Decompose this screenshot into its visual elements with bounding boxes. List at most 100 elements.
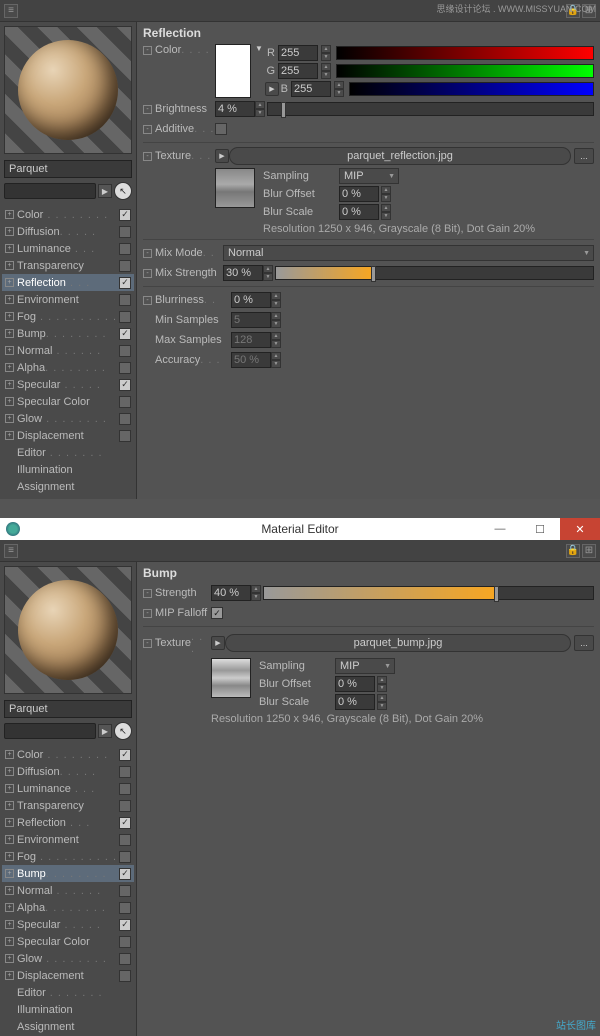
g-field[interactable]: 255	[278, 63, 318, 79]
mixstrength-field[interactable]: 30 %	[223, 265, 263, 281]
lock-icon[interactable]: 🔒	[566, 544, 580, 558]
blurriness-field[interactable]: 0 %	[231, 292, 271, 308]
channel-bump[interactable]: +Bump. . . . . . . .✓	[2, 865, 134, 882]
bump-panel: Bump -Strength 40 % ▲▼ -MIP Falloff ✓ -T…	[136, 562, 600, 1036]
channel-editor[interactable]: Editor . . . . . . .	[2, 444, 134, 461]
channel-displacement[interactable]: +Displacement	[2, 967, 134, 984]
channel-reflection[interactable]: +Reflection . . .✓	[2, 274, 134, 291]
texture-thumbnail[interactable]	[211, 658, 251, 698]
color-mode-button[interactable]: ▶	[265, 82, 279, 96]
blurscale-field[interactable]: 0 %	[335, 694, 375, 710]
b-slider[interactable]	[349, 82, 594, 96]
browse-button[interactable]: ...	[574, 148, 594, 164]
menu-icon[interactable]: ≡	[4, 544, 18, 558]
r-field[interactable]: 255	[278, 45, 318, 61]
b-spinner[interactable]: ▲▼	[334, 81, 344, 97]
maximize-button[interactable]: ☐	[520, 518, 560, 540]
g-slider[interactable]	[336, 64, 594, 78]
channel-editor[interactable]: Editor . . . . . . .	[2, 984, 134, 1001]
watermark: 思缘设计论坛 . WWW.MISSYUAN.COM	[437, 2, 597, 15]
search-go-button[interactable]: ▶	[98, 184, 112, 198]
r-slider[interactable]	[336, 46, 594, 60]
material-editor-window-1: 思缘设计论坛 . WWW.MISSYUAN.COM ≡ 🔒 ⊞ Parquet …	[0, 0, 600, 518]
channel-color[interactable]: +Color . . . . . . . .✓	[2, 746, 134, 763]
cursor-icon[interactable]: ↖	[114, 722, 132, 740]
channel-alpha[interactable]: +Alpha. . . . . . . .	[2, 899, 134, 916]
texture-menu-button[interactable]: ▶	[215, 149, 229, 163]
accuracy-field: 50 %	[231, 352, 271, 368]
minsamples-field: 5	[231, 312, 271, 328]
material-name-field[interactable]: Parquet	[4, 160, 132, 178]
search-input[interactable]	[4, 183, 96, 199]
g-spinner[interactable]: ▲▼	[321, 63, 331, 79]
minimize-button[interactable]: —	[480, 518, 520, 540]
bluroffset-field[interactable]: 0 %	[335, 676, 375, 692]
channel-environment[interactable]: +Environment	[2, 831, 134, 848]
channel-specular[interactable]: +Specular . . . . .✓	[2, 376, 134, 393]
strength-field[interactable]: 40 %	[211, 585, 251, 601]
channel-luminance[interactable]: +Luminance . . .	[2, 240, 134, 257]
channel-color[interactable]: +Color . . . . . . . .✓	[2, 206, 134, 223]
material-preview[interactable]	[4, 26, 132, 154]
channel-glow[interactable]: +Glow . . . . . . . .	[2, 950, 134, 967]
channel-illumination[interactable]: Illumination	[2, 461, 134, 478]
material-preview[interactable]	[4, 566, 132, 694]
channel-luminance[interactable]: +Luminance . . .	[2, 780, 134, 797]
sampling-dropdown[interactable]: MIP▼	[335, 658, 395, 674]
color-swatch[interactable]	[215, 44, 251, 98]
channel-specular-color[interactable]: +Specular Color	[2, 393, 134, 410]
window-title: Material Editor	[261, 522, 338, 536]
watermark-bottom: 站长图库	[556, 1017, 596, 1032]
channel-illumination[interactable]: Illumination	[2, 1001, 134, 1018]
channel-specular-color[interactable]: +Specular Color	[2, 933, 134, 950]
channel-displacement[interactable]: +Displacement	[2, 427, 134, 444]
channel-list: +Color . . . . . . . .✓+Diffusion. . . .…	[2, 206, 134, 495]
channel-specular[interactable]: +Specular . . . . .✓	[2, 916, 134, 933]
channel-diffusion[interactable]: +Diffusion. . . . .	[2, 763, 134, 780]
channel-normal[interactable]: +Normal . . . . . .	[2, 882, 134, 899]
texture-menu-button[interactable]: ▶	[211, 636, 225, 650]
texture-thumbnail[interactable]	[215, 168, 255, 208]
strength-slider[interactable]	[263, 586, 594, 600]
channel-glow[interactable]: +Glow . . . . . . . .	[2, 410, 134, 427]
sampling-dropdown[interactable]: MIP▼	[339, 168, 399, 184]
texture-file[interactable]: parquet_bump.jpg	[225, 634, 571, 652]
browse-button[interactable]: ...	[574, 635, 594, 651]
blurscale-field[interactable]: 0 %	[339, 204, 379, 220]
mixstrength-slider[interactable]	[275, 266, 594, 280]
channel-assignment[interactable]: Assignment	[2, 1018, 134, 1035]
channel-bump[interactable]: +Bump. . . . . . . .✓	[2, 325, 134, 342]
mipfalloff-checkbox[interactable]: ✓	[211, 607, 223, 619]
texture-file[interactable]: parquet_reflection.jpg	[229, 147, 571, 165]
b-field[interactable]: 255	[291, 81, 331, 97]
channel-fog[interactable]: +Fog . . . . . . . . . .	[2, 308, 134, 325]
additive-checkbox[interactable]	[215, 123, 227, 135]
bluroffset-field[interactable]: 0 %	[339, 186, 379, 202]
channel-transparency[interactable]: +Transparency	[2, 257, 134, 274]
mixmode-dropdown[interactable]: Normal▼	[223, 245, 594, 261]
menu-icon[interactable]: ≡	[4, 4, 18, 18]
channel-list: +Color . . . . . . . .✓+Diffusion. . . .…	[2, 746, 134, 1035]
brightness-spinner[interactable]: ▲▼	[255, 101, 265, 117]
close-button[interactable]: ✕	[560, 518, 600, 540]
cursor-icon[interactable]: ↖	[114, 182, 132, 200]
channel-environment[interactable]: +Environment	[2, 291, 134, 308]
material-name-field[interactable]: Parquet	[4, 700, 132, 718]
titlebar[interactable]: Material Editor — ☐ ✕	[0, 518, 600, 540]
r-spinner[interactable]: ▲▼	[321, 45, 331, 61]
channel-transparency[interactable]: +Transparency	[2, 797, 134, 814]
func-icon[interactable]: ⊞	[582, 544, 596, 558]
maxsamples-field: 128	[231, 332, 271, 348]
search-input[interactable]	[4, 723, 96, 739]
channel-alpha[interactable]: +Alpha. . . . . . . .	[2, 359, 134, 376]
brightness-field[interactable]: 4 %	[215, 101, 255, 117]
search-go-button[interactable]: ▶	[98, 724, 112, 738]
channel-fog[interactable]: +Fog . . . . . . . . . .	[2, 848, 134, 865]
channel-normal[interactable]: +Normal . . . . . .	[2, 342, 134, 359]
channel-diffusion[interactable]: +Diffusion. . . . .	[2, 223, 134, 240]
channel-assignment[interactable]: Assignment	[2, 478, 134, 495]
sidebar: Parquet ▶ ↖ +Color . . . . . . . .✓+Diff…	[0, 562, 136, 1036]
toolbar: ≡ 🔒 ⊞	[0, 540, 600, 562]
channel-reflection[interactable]: +Reflection . . .✓	[2, 814, 134, 831]
brightness-slider[interactable]	[267, 102, 594, 116]
